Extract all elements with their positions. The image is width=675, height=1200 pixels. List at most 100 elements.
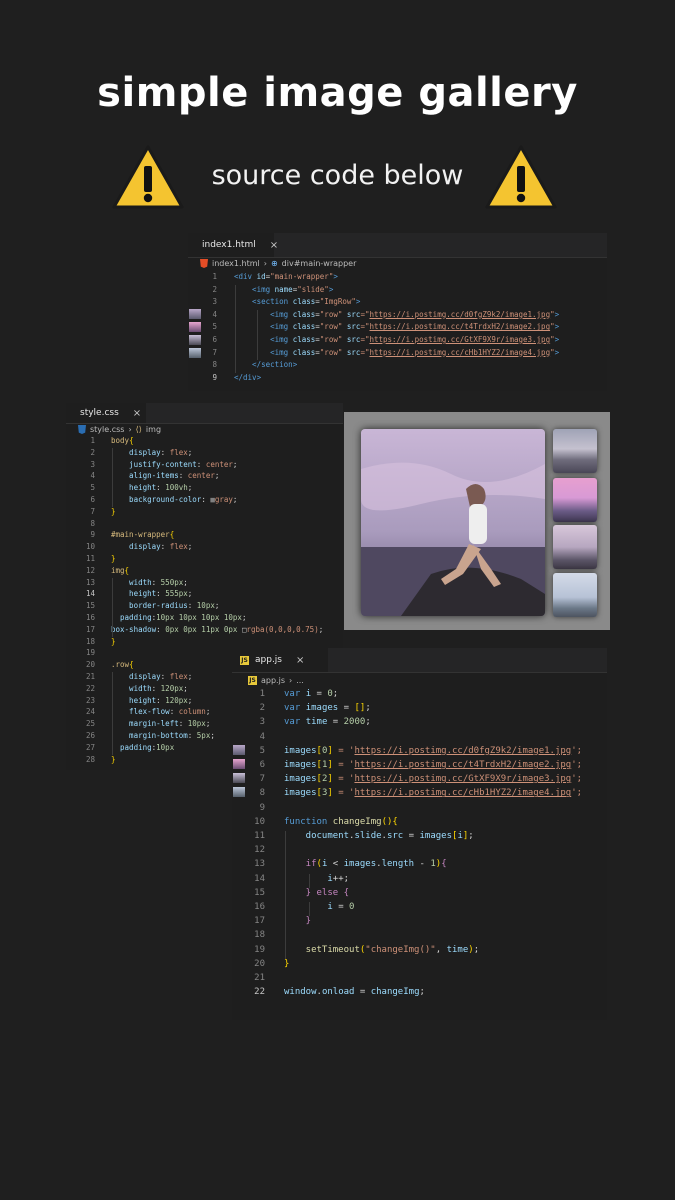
close-icon[interactable]: × (270, 240, 278, 251)
code-line[interactable]: <img class="row" src="https://i.postimg.… (234, 335, 559, 344)
line-number: 3 (259, 717, 265, 728)
code-line[interactable]: display: flex; (111, 448, 192, 457)
code-line[interactable]: } (111, 554, 116, 563)
code-line[interactable]: } else { (284, 888, 349, 898)
code-token: ; (187, 589, 193, 599)
code-line[interactable]: margin-left: 10px; (111, 719, 210, 728)
code-line[interactable]: } (284, 916, 311, 926)
code-line[interactable]: height: 120px; (111, 696, 192, 705)
tab-label: app.js (255, 655, 282, 665)
code-line[interactable]: i++; (284, 874, 349, 884)
code-line[interactable]: <img class="row" src="https://i.postimg.… (234, 322, 559, 331)
code-token: time (446, 944, 469, 955)
code-line[interactable]: <img class="row" src="https://i.postimg.… (234, 348, 559, 357)
code-token: '; (571, 745, 583, 756)
code-line[interactable]: padding:10px (111, 743, 174, 752)
code-token: width (111, 683, 152, 693)
breadcrumb-file[interactable]: index1.html (212, 259, 260, 268)
code-line[interactable]: width: 550px; (111, 578, 188, 587)
chevron-right-icon: › (128, 425, 132, 434)
breadcrumb-path[interactable]: div#main-wrapper (282, 259, 357, 268)
code-line[interactable]: justify-content: center; (111, 460, 237, 469)
code-token: 5px (196, 731, 211, 740)
code-token: #main-wrapper (111, 530, 170, 540)
code-line[interactable]: width: 120px; (111, 684, 188, 693)
code-token: <img (234, 335, 293, 344)
code-area[interactable]: 1 <div id="main-wrapper"> 2 <img name="sli… (188, 272, 607, 387)
code-token: img (111, 565, 125, 575)
thumbnail-3[interactable] (553, 525, 597, 569)
line-number: 12 (85, 565, 95, 575)
code-token: images (343, 859, 377, 870)
code-line[interactable]: #main-wrapper{ (111, 530, 174, 539)
code-line[interactable]: if(i < images.length - 1){ (284, 859, 447, 869)
code-token: height (111, 695, 157, 705)
code-line[interactable]: border-radius: 10px; (111, 601, 219, 610)
line-number: 14 (85, 589, 95, 599)
code-line[interactable]: } (111, 507, 116, 516)
code-line[interactable]: var i = 0; (284, 689, 338, 699)
code-token: , (435, 944, 447, 955)
breadcrumb-file[interactable]: style.css (90, 425, 124, 434)
code-line[interactable]: var images = []; (284, 703, 371, 713)
code-line[interactable]: margin-bottom: 5px; (111, 731, 215, 740)
code-line[interactable]: images[0] = 'https://i.postimg.cc/d0fgZ9… (284, 746, 582, 756)
code-line[interactable]: display: flex; (111, 672, 192, 681)
code-token: : (160, 672, 170, 681)
code-line[interactable]: body{ (111, 436, 134, 445)
code-line[interactable]: document.slide.src = images[i]; (284, 831, 474, 841)
close-icon[interactable]: × (296, 655, 304, 666)
code-line[interactable]: var time = 2000; (284, 717, 371, 727)
code-token: slide (354, 831, 382, 841)
chevron-right-icon: › (289, 676, 293, 685)
code-line[interactable]: images[3] = 'https://i.postimg.cc/cHb1HY… (284, 788, 582, 798)
code-token: = (403, 831, 420, 841)
line-number: 13 (85, 577, 95, 587)
code-line[interactable]: <img class="row" src="https://i.postimg.… (234, 310, 559, 319)
code-line[interactable]: display: flex; (111, 542, 192, 551)
thumbnail-1[interactable] (553, 429, 597, 473)
thumbnail-4[interactable] (553, 573, 597, 617)
tab-index1-html[interactable]: index1.html × (188, 233, 278, 257)
line-number: 6 (90, 495, 95, 504)
code-line[interactable]: images[2] = 'https://i.postimg.cc/GtXF9X… (284, 774, 582, 784)
code-line[interactable]: flex-flow: column; (111, 707, 210, 716)
code-line[interactable]: height: 100vh; (111, 483, 192, 492)
code-line[interactable]: } (284, 959, 289, 969)
code-line[interactable]: } (111, 755, 116, 764)
code-line[interactable]: images[1] = 'https://i.postimg.cc/t4Trdx… (284, 760, 582, 770)
code-line[interactable]: box-shadow: 0px 0px 11px 0px □rgba(0,0,0… (111, 625, 323, 634)
code-token: rgba(0,0,0,0.75) (246, 624, 319, 634)
breadcrumb-path[interactable]: img (146, 425, 161, 434)
code-line[interactable]: </section> (234, 360, 297, 369)
code-line[interactable]: <img name="slide"> (234, 285, 333, 294)
code-line[interactable]: padding:10px 10px 10px 10px; (111, 613, 246, 622)
breadcrumb-path[interactable]: ... (296, 676, 304, 685)
line-number: 9 (212, 372, 217, 382)
code-line[interactable]: </div> (234, 373, 261, 382)
code-line[interactable]: height: 555px; (111, 589, 192, 598)
code-line[interactable]: background-color: ■gray; (111, 495, 237, 504)
breadcrumb-file[interactable]: app.js (261, 676, 285, 685)
code-line[interactable]: <div id="main-wrapper"> (234, 272, 338, 281)
code-line[interactable]: } (111, 637, 116, 646)
thumbnail-2[interactable] (553, 478, 597, 522)
tab-style-css[interactable]: style.css × (66, 403, 146, 423)
code-line[interactable]: <section class="ImgRow"> (234, 297, 360, 306)
code-line[interactable]: align-items: center; (111, 471, 219, 480)
code-line[interactable]: setTimeout("changeImg()", time); (284, 945, 479, 955)
code-token: : (169, 707, 179, 717)
code-token: "row" (319, 322, 347, 332)
close-icon[interactable]: × (133, 408, 141, 419)
code-line[interactable]: i = 0 (284, 902, 354, 912)
code-line[interactable]: function changeImg(){ (284, 817, 398, 827)
code-area[interactable]: 1 var i = 0; 2 var images = []; 3 var time = … (232, 689, 607, 1019)
code-line[interactable]: window.onload = changeImg; (284, 987, 425, 997)
code-line[interactable]: .row{ (111, 660, 134, 669)
code-token: 120px (160, 683, 184, 693)
code-token: ; (187, 695, 193, 705)
code-token: setTimeout (284, 944, 360, 955)
code-token: display (111, 672, 161, 681)
tab-app-js[interactable]: JS app.js × (232, 648, 328, 672)
code-line[interactable]: img{ (111, 566, 129, 575)
